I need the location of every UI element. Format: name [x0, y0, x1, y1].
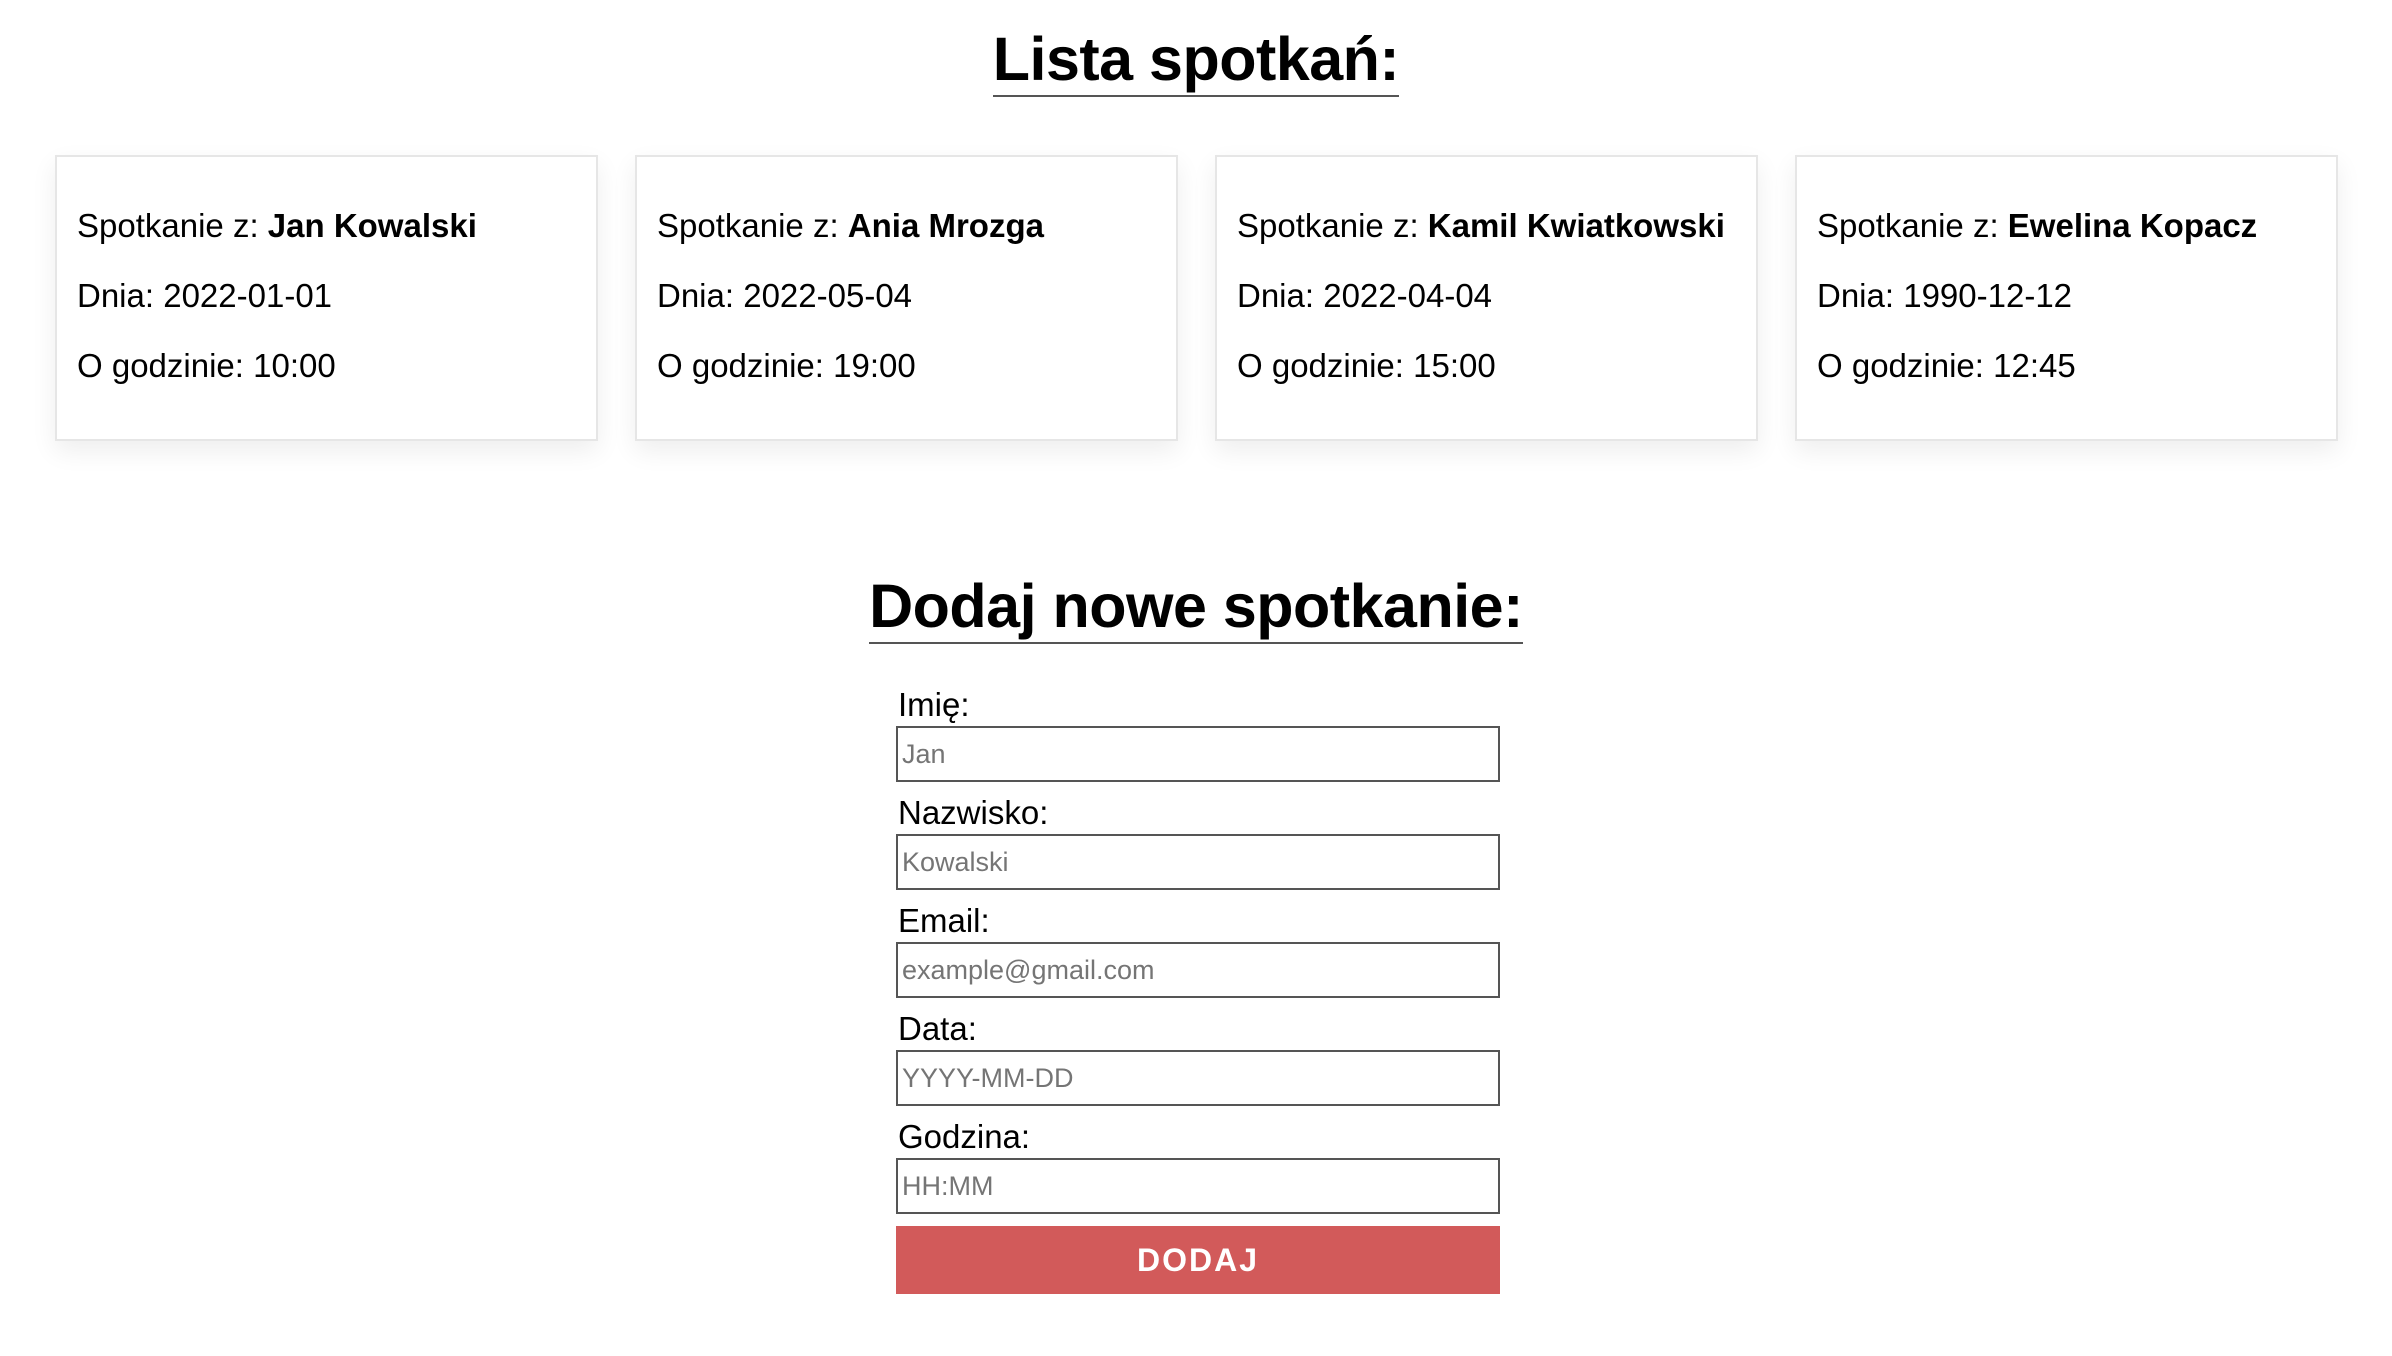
meeting-with-label: Spotkanie z:	[1817, 207, 2008, 244]
first-name-input[interactable]	[896, 726, 1500, 782]
meeting-card: Spotkanie z: Jan Kowalski Dnia: 2022-01-…	[55, 155, 598, 441]
meeting-date-value: 1990-12-12	[1903, 277, 2073, 314]
meeting-card: Spotkanie z: Ewelina Kopacz Dnia: 1990-1…	[1795, 155, 2338, 441]
meeting-date: Dnia: 2022-01-01	[77, 279, 576, 313]
time-label: Godzina:	[898, 1118, 1031, 1155]
meetings-list-title: Lista spotkań:	[992, 25, 1400, 98]
meetings-list-heading: Lista spotkań:	[0, 25, 2392, 98]
meeting-person-name: Kamil Kwiatkowski	[1427, 207, 1725, 244]
meeting-date: Dnia: 2022-04-04	[1237, 279, 1736, 313]
date-label: Data:	[898, 1010, 977, 1047]
email-input[interactable]	[896, 942, 1500, 998]
meeting-card: Spotkanie z: Ania Mrozga Dnia: 2022-05-0…	[635, 155, 1178, 441]
meeting-time-value: 12:45	[1993, 347, 2076, 384]
meeting-time: O godzinie: 10:00	[77, 349, 576, 383]
meeting-time: O godzinie: 12:45	[1817, 349, 2316, 383]
meetings-list: Spotkanie z: Jan Kowalski Dnia: 2022-01-…	[55, 155, 2343, 441]
meeting-date-label: Dnia:	[1817, 277, 1904, 314]
meeting-date: Dnia: 1990-12-12	[1817, 279, 2316, 313]
meeting-card: Spotkanie z: Kamil Kwiatkowski Dnia: 202…	[1215, 155, 1758, 441]
meeting-date-value: 2022-04-04	[1323, 277, 1493, 314]
meeting-date: Dnia: 2022-05-04	[657, 279, 1156, 313]
meeting-with: Spotkanie z: Ania Mrozga	[657, 209, 1156, 243]
meeting-time-label: O godzinie:	[77, 347, 254, 384]
meeting-time-label: O godzinie:	[1817, 347, 1994, 384]
meeting-person-name: Jan Kowalski	[267, 207, 477, 244]
add-meeting-form: Imię: Nazwisko: Email: Data: Godzina: DO…	[896, 686, 1500, 1294]
meeting-date-label: Dnia:	[657, 277, 744, 314]
meeting-person-name: Ewelina Kopacz	[2007, 207, 2258, 244]
email-label: Email:	[898, 902, 990, 939]
page: Lista spotkań: Spotkanie z: Jan Kowalski…	[0, 0, 2392, 1356]
meeting-date-label: Dnia:	[1237, 277, 1324, 314]
date-input[interactable]	[896, 1050, 1500, 1106]
meeting-time: O godzinie: 15:00	[1237, 349, 1736, 383]
meeting-time-value: 10:00	[253, 347, 336, 384]
time-input[interactable]	[896, 1158, 1500, 1214]
meeting-date-value: 2022-01-01	[163, 277, 333, 314]
meeting-time-value: 19:00	[833, 347, 916, 384]
meeting-with-label: Spotkanie z:	[657, 207, 848, 244]
meeting-time-label: O godzinie:	[1237, 347, 1414, 384]
meeting-person-name: Ania Mrozga	[847, 207, 1044, 244]
meeting-with: Spotkanie z: Ewelina Kopacz	[1817, 209, 2316, 243]
add-button[interactable]: DODAJ	[896, 1226, 1500, 1294]
first-name-label: Imię:	[898, 686, 970, 723]
meeting-with: Spotkanie z: Kamil Kwiatkowski	[1237, 209, 1736, 243]
last-name-input[interactable]	[896, 834, 1500, 890]
meeting-with: Spotkanie z: Jan Kowalski	[77, 209, 576, 243]
meeting-with-label: Spotkanie z:	[77, 207, 268, 244]
add-meeting-heading: Dodaj nowe spotkanie:	[0, 572, 2392, 645]
meeting-time-label: O godzinie:	[657, 347, 834, 384]
meeting-time: O godzinie: 19:00	[657, 349, 1156, 383]
last-name-label: Nazwisko:	[898, 794, 1049, 831]
meeting-date-value: 2022-05-04	[743, 277, 913, 314]
meeting-time-value: 15:00	[1413, 347, 1496, 384]
meeting-date-label: Dnia:	[77, 277, 164, 314]
add-meeting-title: Dodaj nowe spotkanie:	[869, 572, 1523, 645]
meeting-with-label: Spotkanie z:	[1237, 207, 1428, 244]
